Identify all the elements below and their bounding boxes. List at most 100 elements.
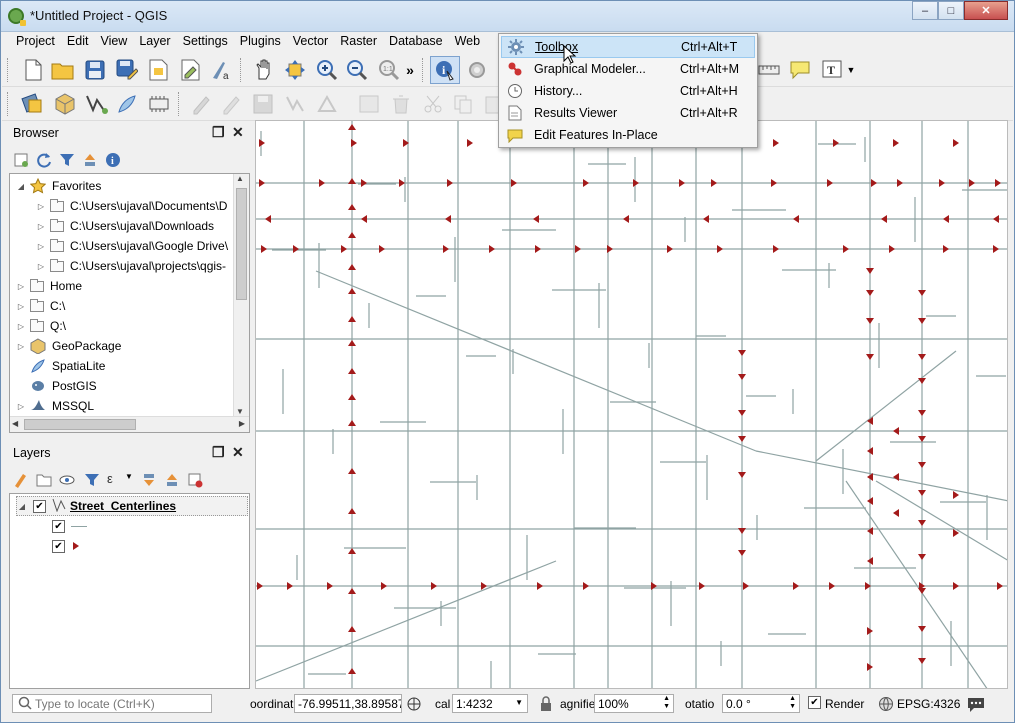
browser-scrollbar-v[interactable]: ▲ ▼ [233,174,249,416]
pan-to-selection-icon[interactable] [282,57,308,83]
menu-view[interactable]: View [94,32,133,52]
symbol-checkbox[interactable]: ✔ [52,519,65,533]
browser-item[interactable]: ▷ Q:\ [16,316,66,336]
lock-scale-icon[interactable] [540,696,552,715]
menu-database[interactable]: Database [383,32,449,52]
collapse-arrow-icon[interactable]: ▷ [16,281,26,291]
browser-item[interactable]: ◢ Favorites [16,176,101,196]
expand-arrow-icon[interactable]: ◢ [16,181,26,191]
open-project-icon[interactable] [50,57,76,83]
symbol-row-arrow[interactable]: ✔ [52,536,79,556]
rotation-field[interactable]: 0.0 ° ▲ ▼ [722,694,800,713]
symbol-row-line[interactable]: ✔ [52,516,87,536]
expand-arrow-icon[interactable]: ◢ [17,501,27,511]
refresh-icon[interactable] [36,152,52,171]
style-panel-icon[interactable] [13,472,29,491]
locator-search-input[interactable]: Type to locate (Ctrl+K) [12,694,212,713]
close-panel-icon[interactable]: ✕ [232,445,246,459]
new-print-layout-icon[interactable] [146,57,172,83]
save-project-icon[interactable] [82,57,108,83]
current-edits-icon[interactable] [188,91,214,117]
style-manager-icon[interactable]: a [208,57,234,83]
save-as-icon[interactable] [114,57,140,83]
expression-filter-icon[interactable]: ε [107,471,113,486]
collapse-arrow-icon[interactable]: ▷ [36,221,46,231]
menu-item-history[interactable]: History... Ctrl+Alt+H [501,80,755,102]
filter-icon[interactable] [59,152,75,171]
collapse-arrow-icon[interactable]: ▷ [16,401,26,411]
collapse-arrow-icon[interactable]: ▷ [16,321,26,331]
layer-visibility-checkbox[interactable]: ✔ [33,499,46,513]
menu-layer[interactable]: Layer [133,32,176,52]
modify-attributes-icon[interactable] [356,91,382,117]
menu-vector[interactable]: Vector [287,32,334,52]
collapse-arrow-icon[interactable]: ▷ [36,261,46,271]
info-icon[interactable]: i [105,152,121,171]
zoom-native-icon[interactable]: 1:1 [376,57,402,83]
text-annotation-icon[interactable]: T [820,57,846,83]
magnifier-field[interactable]: 100% ▲ ▼ [594,694,674,713]
coordinate-toggle-icon[interactable] [406,696,424,715]
data-source-manager-icon[interactable] [20,91,46,117]
remove-layer-icon[interactable] [187,472,203,491]
new-project-icon[interactable] [20,57,46,83]
menu-plugins[interactable]: Plugins [234,32,287,52]
layout-manager-icon[interactable] [178,57,204,83]
filter-legend-icon[interactable] [84,472,100,491]
vertex-tool-icon[interactable] [314,91,340,117]
visibility-icon[interactable] [59,472,79,491]
delete-selected-icon[interactable] [388,91,414,117]
collapse-all-icon[interactable] [82,152,98,171]
menu-item-graphical-modeler[interactable]: Graphical Modeler... Ctrl+Alt+M [501,58,755,80]
add-feature-icon[interactable] [282,91,308,117]
scale-field[interactable]: 1:4232 ▼ [452,694,528,713]
new-spatialite-layer-icon[interactable] [114,91,140,117]
collapse-arrow-icon[interactable]: ▷ [36,241,46,251]
browser-item[interactable]: ▷ C:\Users\ujaval\projects\qgis- [36,256,226,276]
menu-project[interactable]: Project [10,32,61,52]
browser-item[interactable]: ▷PostGIS [16,376,97,396]
identify-features-icon[interactable]: i [430,56,460,84]
chevron-down-icon[interactable]: ▼ [125,472,133,481]
menu-raster[interactable]: Raster [334,32,383,52]
browser-item[interactable]: ▷ C:\Users\ujaval\Downloads [36,216,214,236]
messages-icon[interactable] [966,695,986,716]
float-panel-icon[interactable]: ❐ [212,125,226,139]
browser-item[interactable]: ▷ Home [16,276,82,296]
float-panel-icon[interactable]: ❐ [212,445,226,459]
toolbar-overflow[interactable]: » [402,57,418,83]
collapse-arrow-icon[interactable]: ▷ [36,201,46,211]
identify-settings-icon[interactable] [464,57,490,83]
new-geopackage-layer-icon[interactable] [52,91,78,117]
cut-features-icon[interactable] [420,91,446,117]
map-tips-icon[interactable] [788,57,814,83]
symbol-checkbox[interactable]: ✔ [52,539,65,553]
menu-web[interactable]: Web [449,32,486,52]
render-checkbox[interactable]: ✔ [808,696,821,709]
new-virtual-layer-icon[interactable] [146,91,172,117]
pan-map-icon[interactable] [250,57,276,83]
menu-item-edit-in-place[interactable]: Edit Features In-Place [501,124,755,146]
menu-item-toolbox[interactable]: Toolbox Ctrl+Alt+T [501,36,755,58]
menu-settings[interactable]: Settings [177,32,234,52]
add-selected-layers-icon[interactable] [13,152,29,171]
add-group-icon[interactable] [36,472,52,491]
maximize-button[interactable]: □ [938,1,964,20]
browser-item[interactable]: ▷ GeoPackage [16,336,121,356]
measure-icon[interactable] [756,57,782,83]
browser-item[interactable]: ▷ C:\Users\ujaval\Google Drive\ [36,236,228,256]
coordinate-field[interactable]: -76.99511,38.89587 [294,694,402,713]
save-edits-icon[interactable] [250,91,276,117]
browser-item[interactable]: ▷ C:\ [16,296,65,316]
browser-item[interactable]: ▷SpatiaLite [16,356,105,376]
menu-item-results-viewer[interactable]: Results Viewer Ctrl+Alt+R [501,102,755,124]
layer-row[interactable]: ◢ ✔ Street_Centerlines [16,496,248,516]
toggle-editing-icon[interactable] [218,91,244,117]
copy-features-icon[interactable] [450,91,476,117]
chevron-down-icon[interactable]: ▼ [844,57,858,83]
zoom-out-icon[interactable] [344,57,370,83]
expand-all-icon[interactable] [141,472,157,491]
close-panel-icon[interactable]: ✕ [232,125,246,139]
collapse-arrow-icon[interactable]: ▷ [16,341,26,351]
collapse-all-icon[interactable] [164,472,180,491]
